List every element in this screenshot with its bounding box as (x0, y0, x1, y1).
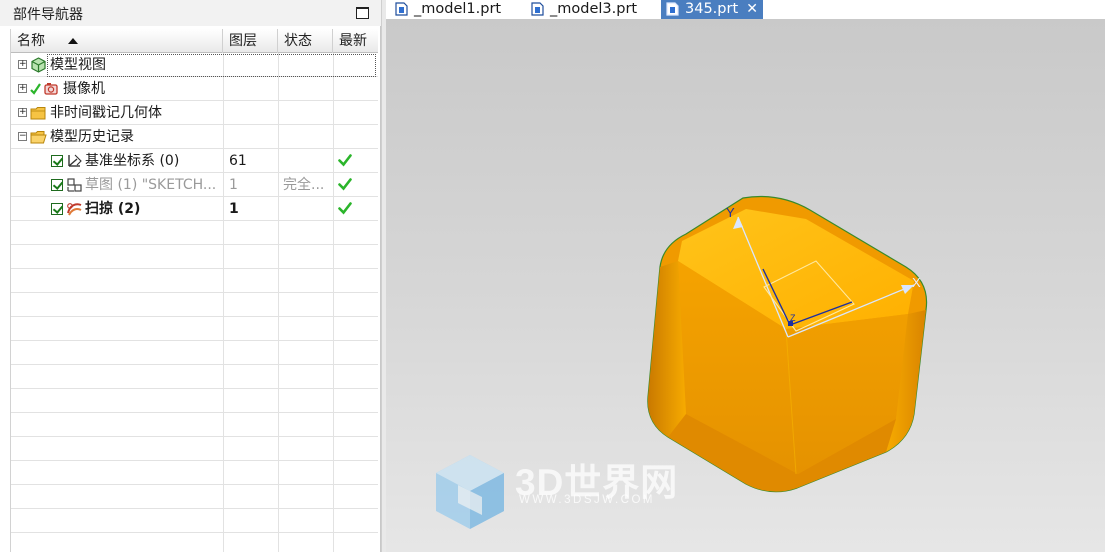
expand-icon[interactable]: + (18, 84, 27, 93)
latest-check-icon (338, 202, 352, 215)
tree-row-label: 基准坐标系 (0) (85, 153, 180, 169)
navigator-tree[interactable]: 名称 图层 状态 最新 + 模型视图 + 摄像机 + 非时间戳记几何体 − 模型… (10, 29, 378, 552)
z-axis-label: Z (790, 313, 796, 323)
empty-row (11, 485, 378, 509)
tree-row-sweep[interactable]: 扫掠 (2) 1 (11, 197, 378, 221)
empty-row (11, 365, 378, 389)
tab-345[interactable]: 345.prt ✕ (661, 0, 763, 19)
empty-row (11, 221, 378, 245)
empty-row (11, 341, 378, 365)
navigator-title-bar: 部件导航器 (0, 0, 381, 26)
open-folder-icon (30, 131, 47, 144)
sketch-icon (67, 178, 82, 192)
part-file-icon (666, 2, 679, 16)
expand-icon[interactable]: + (18, 108, 27, 117)
column-header-name[interactable]: 名称 (11, 29, 223, 53)
tree-row-model-history[interactable]: − 模型历史记录 (11, 125, 378, 149)
empty-row (11, 317, 378, 341)
visibility-checkbox[interactable] (51, 203, 63, 215)
tree-row-label: 模型历史记录 (50, 129, 134, 145)
collapse-icon[interactable]: − (18, 132, 27, 141)
column-header-latest[interactable]: 最新 (333, 29, 378, 53)
empty-row (11, 437, 378, 461)
sweep-icon (67, 203, 82, 216)
tab-label: 345.prt (685, 1, 739, 17)
sort-ascending-icon (68, 38, 78, 44)
tree-row-label: 扫掠 (2) (85, 201, 141, 217)
empty-row (11, 413, 378, 437)
tree-row-datum-csys[interactable]: 基准坐标系 (0) 61 (11, 149, 378, 173)
datum-csys-icon (68, 154, 82, 167)
folder-icon (30, 107, 46, 120)
tree-row-cameras[interactable]: + 摄像机 (11, 77, 378, 101)
latest-check-icon (338, 178, 352, 191)
status-value: 完全... (283, 177, 325, 193)
tree-row-label: 非时间戳记几何体 (50, 105, 162, 121)
x-axis-label: X (912, 275, 921, 290)
empty-row (11, 461, 378, 485)
empty-row (11, 389, 378, 413)
layer-value: 1 (229, 201, 239, 217)
column-header-layer[interactable]: 图层 (223, 29, 278, 53)
visibility-checkbox[interactable] (51, 155, 63, 167)
layer-value: 61 (229, 153, 247, 169)
tab-label: _model3.prt (550, 1, 638, 17)
tree-row-label: 草图 (1) "SKETCH... (85, 177, 217, 193)
column-name-label: 名称 (17, 33, 45, 49)
part-file-icon (395, 2, 408, 16)
empty-row (11, 245, 378, 269)
part-file-icon (531, 2, 544, 16)
tree-header: 名称 图层 状态 最新 (11, 29, 378, 53)
tree-row-sketch[interactable]: 草图 (1) "SKETCH... 1 完全... (11, 173, 378, 197)
expand-icon[interactable]: + (18, 60, 27, 69)
layer-value: 1 (229, 177, 238, 193)
empty-row (11, 509, 378, 533)
column-header-status[interactable]: 状态 (278, 29, 333, 53)
navigator-title: 部件导航器 (13, 7, 83, 23)
tab-label: _model1.prt (414, 1, 502, 17)
model-views-icon (31, 57, 46, 73)
maximize-icon[interactable] (356, 7, 369, 19)
tree-row-timeless-geometry[interactable]: + 非时间戳记几何体 (11, 101, 378, 125)
part-navigator-panel: 部件导航器 名称 图层 状态 最新 + 模型视图 + 摄像机 + 非时间戳记几何… (0, 0, 381, 552)
camera-icon (30, 83, 58, 95)
latest-check-icon (338, 154, 352, 167)
focus-outline (47, 54, 376, 77)
close-tab-icon[interactable]: ✕ (746, 0, 758, 18)
tab-model1[interactable]: _model1.prt (394, 0, 524, 19)
tree-row-label: 摄像机 (63, 81, 105, 97)
watermark-url: WWW.3DSJW.COM (519, 494, 655, 506)
tab-model3[interactable]: _model3.prt (530, 0, 660, 19)
empty-row (11, 293, 378, 317)
document-tab-bar: _model1.prt _model3.prt 345.prt ✕ (386, 0, 1105, 19)
empty-row (11, 269, 378, 293)
visibility-checkbox[interactable] (51, 179, 63, 191)
y-axis-label: Y (726, 205, 735, 220)
